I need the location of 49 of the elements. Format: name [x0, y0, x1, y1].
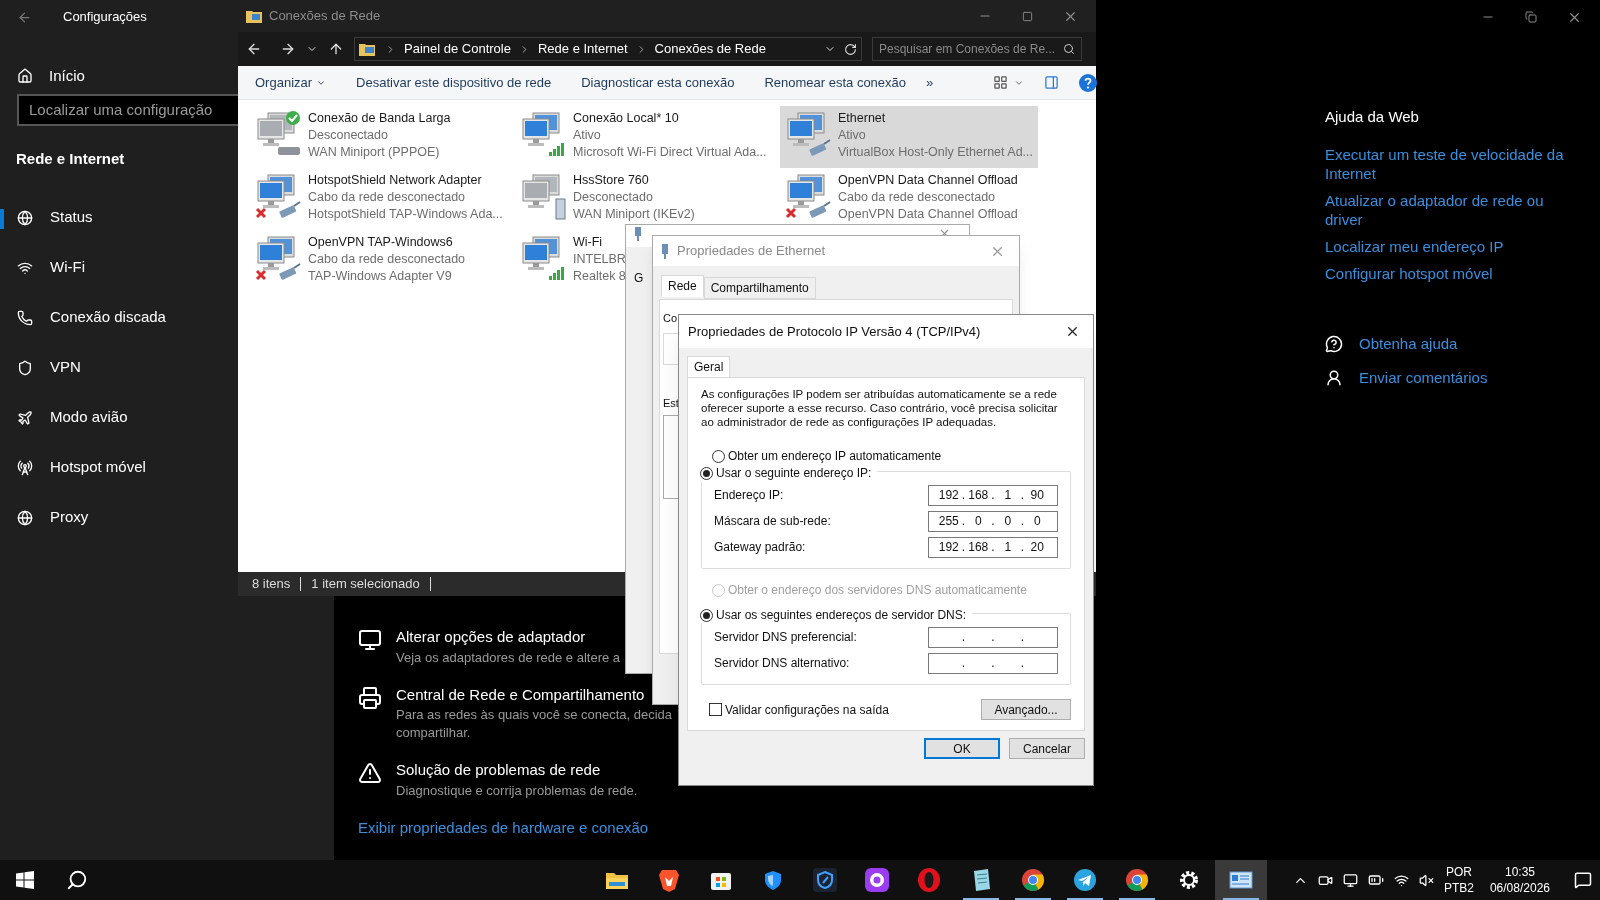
- connection-device: HotspotShield TAP-Windows Ada...: [308, 206, 503, 223]
- section-label: Est: [663, 395, 679, 411]
- connection-status: INTELBR: [573, 251, 626, 268]
- connection-device: VirtualBox Host-Only Ethernet Ad...: [838, 144, 1033, 161]
- radio-label: Usar os seguintes endereços de servidor DNS:: [716, 607, 967, 624]
- connection-device: Realtek 8: [573, 268, 626, 285]
- connection-status: Ativo: [573, 127, 602, 144]
- connection-name: HotspotShield Network Adapter: [308, 172, 483, 189]
- connection-status: Desconectado: [573, 189, 654, 206]
- related-setting-description: Para as redes às quais você se conecta, decida: [396, 706, 673, 724]
- connection-name: OpenVPN Data Channel Offload: [838, 172, 1018, 189]
- help-heading: Ajuda da Web: [1325, 107, 1420, 127]
- connection-status: Cabo da rede desconectado: [308, 189, 467, 206]
- status-bar-text: 8 itens: [252, 575, 291, 594]
- section-label: Co: [663, 311, 678, 326]
- window-title: Conexões de Rede: [269, 7, 381, 26]
- connection-device: WAN Miniport (IKEv2): [573, 206, 695, 223]
- field-label: Máscara de sub-rede:: [714, 513, 831, 530]
- connection-status: Desconectado: [308, 127, 389, 144]
- connection-device: WAN Miniport (PPPOE): [308, 144, 441, 161]
- connection-name: OpenVPN TAP-Windows6: [308, 234, 454, 251]
- field-label: Servidor DNS alternativo:: [714, 655, 850, 672]
- field-label: Endereço IP:: [714, 487, 784, 504]
- related-setting-description: Diagnostique e corrija problemas de rede.: [396, 781, 638, 800]
- connection-name: Conexão Local* 10: [573, 110, 680, 127]
- checkbox-label: Validar configurações na saída: [725, 701, 889, 719]
- related-setting-description: Veja os adaptadores de rede e altere a: [396, 648, 621, 667]
- radio-label: Obter um endereço IP automaticamente: [728, 448, 942, 465]
- dialog-title: Propriedades de Ethernet: [677, 242, 826, 261]
- connection-name: HssStore 760: [573, 172, 650, 189]
- radio-label: Obter o endereço dos servidores DNS automaticamente: [728, 582, 1027, 599]
- section-heading: Rede e Internet: [16, 149, 125, 169]
- connection-device: TAP-Windows Adapter V9: [308, 268, 453, 285]
- field-label: Servidor DNS preferencial:: [714, 629, 857, 646]
- dialog-title: Propriedades de Protocolo IP Versão 4 (TCP/IPv4): [688, 322, 981, 341]
- intro-text: As configurações IP podem ser atribuídas automaticamente se a rede oferecer suporte a esse recurso. Caso contrário, você precisa solicitar ao administrador de rede as configurações IP adequadas.: [701, 387, 1059, 429]
- status-bar-text: 1 item selecionado: [311, 575, 420, 594]
- connection-status: Cabo da rede desconectado: [838, 189, 997, 206]
- app-title: Configurações: [63, 8, 147, 27]
- connection-status: Cabo da rede desconectado: [308, 251, 466, 268]
- connection-name: Ethernet: [838, 110, 887, 127]
- connection-name: Conexão de Banda Larga: [308, 110, 451, 127]
- field-label: Gateway padrão:: [714, 539, 806, 556]
- connection-device: Microsoft Wi-Fi Direct Virtual Ada...: [573, 144, 767, 161]
- connection-name: Wi-Fi: [573, 234, 604, 251]
- connection-device: OpenVPN Data Channel Offload: [838, 206, 1018, 223]
- related-setting-description: compartilhar.: [396, 724, 472, 742]
- radio-label: Usar o seguinte endereço IP:: [716, 465, 872, 482]
- connection-status: Ativo: [838, 127, 867, 144]
